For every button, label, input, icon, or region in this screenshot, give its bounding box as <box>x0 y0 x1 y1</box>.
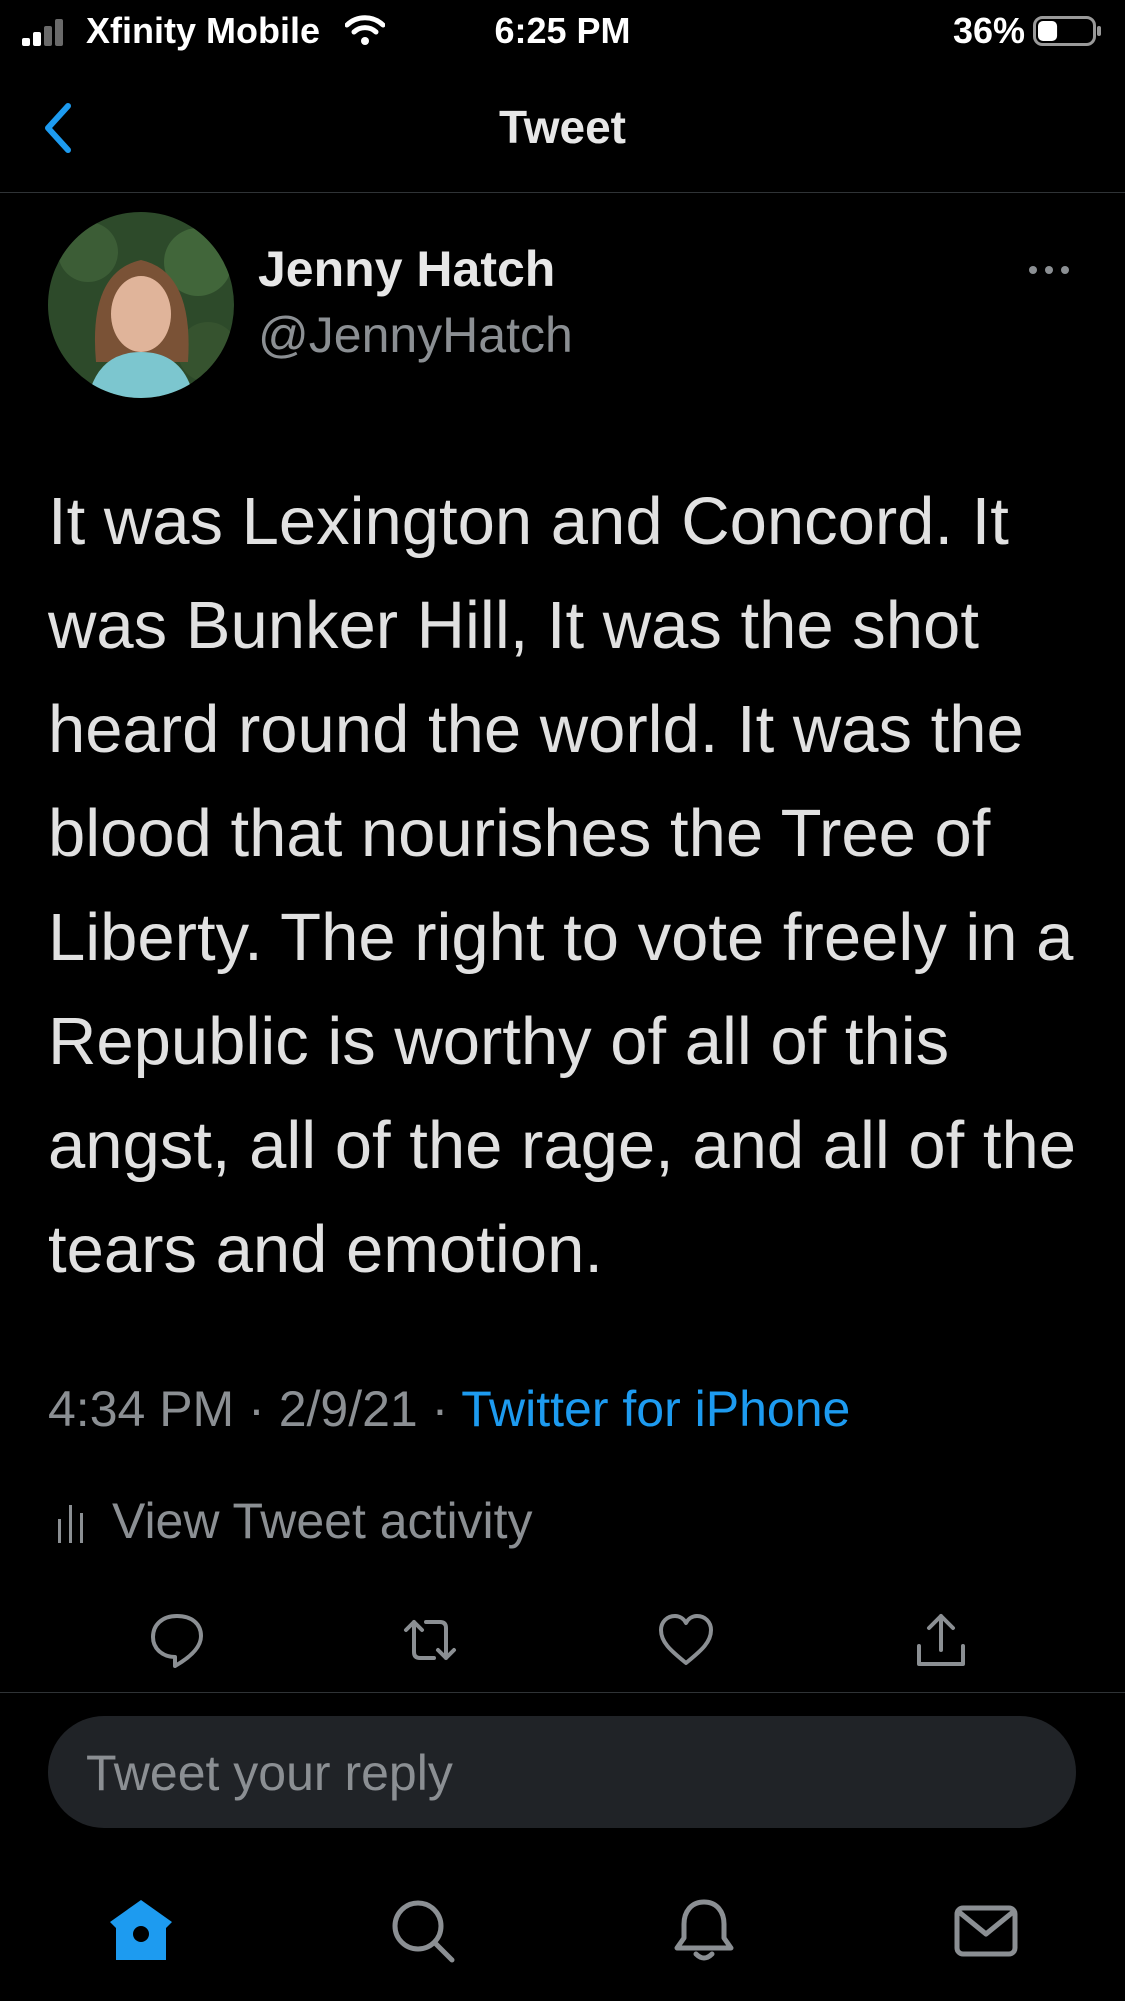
tweet-date: 2/9/21 <box>278 1381 418 1437</box>
view-tweet-activity-button[interactable]: View Tweet activity <box>56 1492 533 1550</box>
meta-separator: · <box>248 1381 265 1437</box>
tweet-time: 4:34 PM <box>48 1381 235 1437</box>
divider <box>0 1692 1125 1693</box>
messages-icon[interactable] <box>951 1896 1021 1966</box>
like-icon[interactable] <box>656 1610 716 1670</box>
battery-icon <box>1033 16 1101 46</box>
meta-separator: · <box>431 1381 449 1437</box>
search-icon[interactable] <box>388 1896 458 1966</box>
status-bar: Xfinity Mobile 6:25 PM 36% <box>0 0 1125 62</box>
reply-icon[interactable] <box>147 1610 207 1670</box>
share-icon[interactable] <box>911 1610 971 1670</box>
retweet-icon[interactable] <box>400 1610 460 1670</box>
author-handle[interactable]: @JennyHatch <box>258 306 573 364</box>
home-icon[interactable] <box>106 1896 176 1966</box>
nav-bar: Tweet <box>0 62 1125 193</box>
author-name[interactable]: Jenny Hatch <box>258 240 555 298</box>
battery-percent: 36% <box>952 10 1025 51</box>
avatar[interactable] <box>48 212 234 398</box>
reply-placeholder: Tweet your reply <box>86 1745 453 1801</box>
page-title: Tweet <box>499 101 626 153</box>
reply-input[interactable]: Tweet your reply <box>48 1716 1076 1828</box>
analytics-icon <box>58 1505 83 1543</box>
tweet-source-link[interactable]: Twitter for iPhone <box>461 1381 850 1437</box>
tweet-text: It was Lexington and Concord. It was Bun… <box>48 484 1077 1287</box>
tweet-meta: 4:34 PM · 2/9/21 · Twitter for iPhone <box>48 1380 850 1438</box>
notifications-icon[interactable] <box>669 1896 739 1966</box>
activity-label: View Tweet activity <box>112 1493 533 1549</box>
more-options-icon[interactable] <box>1025 250 1073 290</box>
